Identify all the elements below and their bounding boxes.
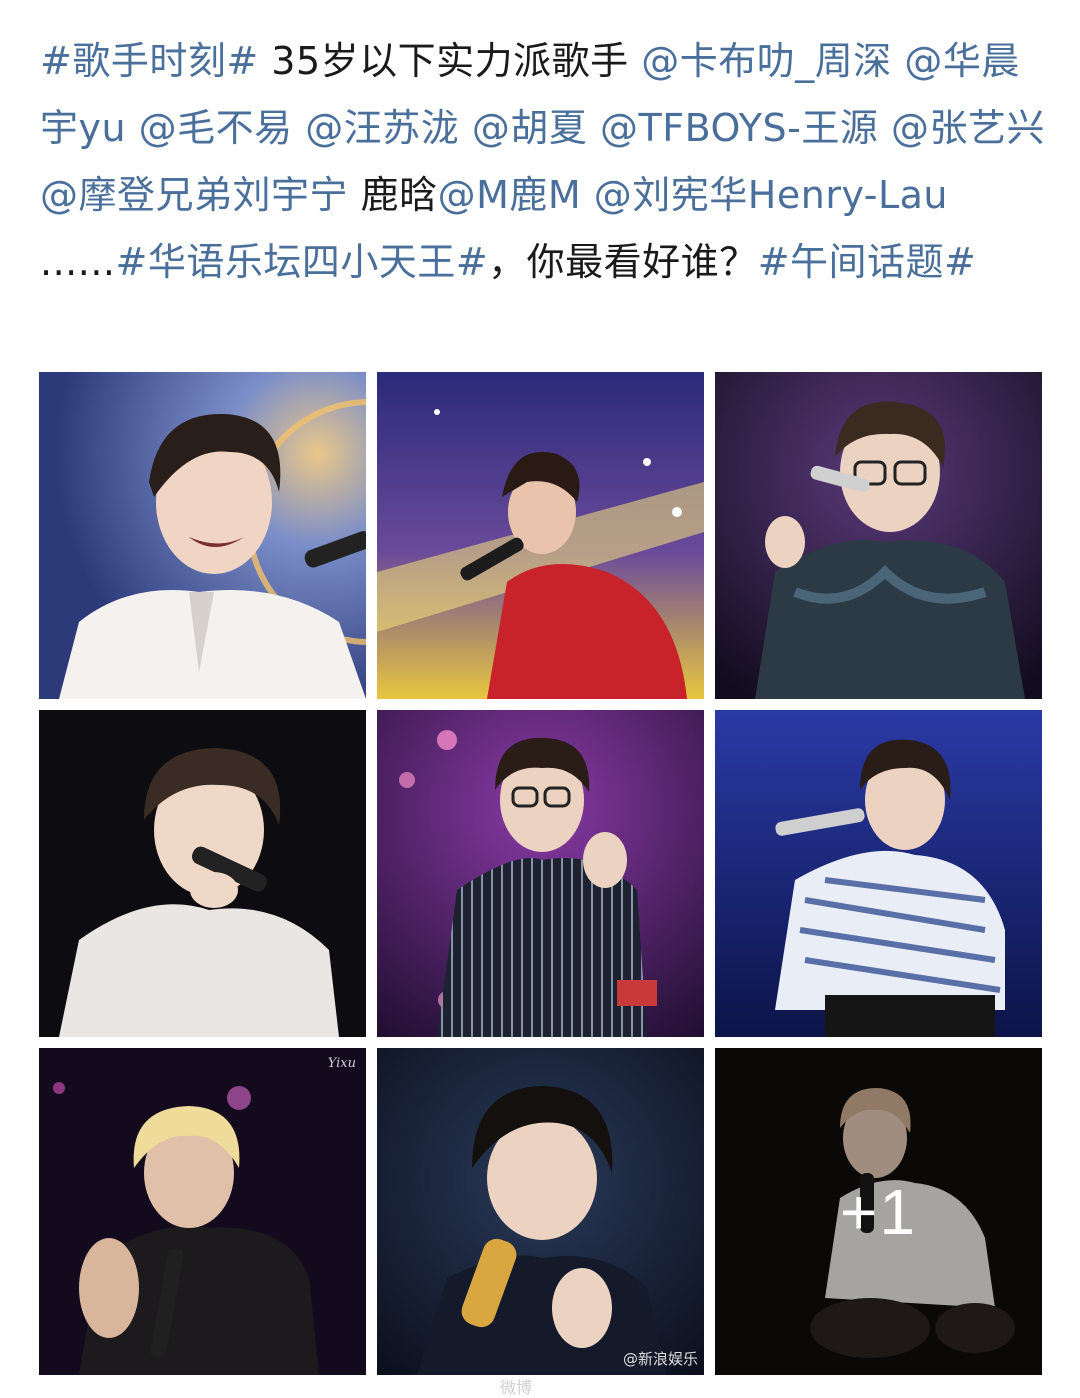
photo-singer-blonde [39,1048,366,1375]
gallery-image-2[interactable] [377,372,704,699]
gallery-image-9[interactable]: +1 [715,1048,1042,1375]
hashtag-link[interactable]: #歌手时刻# [40,39,259,83]
photo-singer-pinstripe [377,710,704,1037]
post-text-span: 鹿晗 [348,173,438,217]
hashtag-link[interactable]: #午间话题# [758,240,977,284]
mention-link[interactable]: @毛不易 [139,106,293,150]
mention-link[interactable]: @刘宪华Henry-Lau [594,173,948,217]
mention-link[interactable]: @M鹿M [438,173,582,217]
photo-singer-striped-shirt [715,710,1042,1037]
mention-link[interactable]: @TFBOYS-王源 [600,106,878,150]
more-images-overlay[interactable]: +1 [715,1048,1042,1375]
gallery-image-3[interactable] [715,372,1042,699]
photo-singer-red-jacket [377,372,704,699]
hashtag-link[interactable]: #华语乐坛四小天王# [115,240,488,284]
gallery-image-5[interactable] [377,710,704,1037]
watermark-text: @新浪娱乐 [622,1350,698,1368]
post-text-span: ...... [40,240,116,284]
photo-singer-white-suit [39,372,366,699]
photo-singer-glasses [715,372,1042,699]
gallery-image-7[interactable]: Yixu [39,1048,366,1375]
mention-link[interactable]: @卡布叻_周深 [641,39,892,83]
gallery-image-4[interactable] [39,710,366,1037]
photo-singer-golden-mic [377,1048,704,1375]
post-text-span [892,39,905,83]
mention-link[interactable]: @胡夏 [472,106,588,150]
post-text: #歌手时刻# 35岁以下实力派歌手 @卡布叻_周深 @华晨宇yu @毛不易 @汪… [40,28,1050,296]
mention-link[interactable]: @张艺兴 [891,106,1045,150]
post-text-span: ，你最看好谁？ [488,240,758,284]
mention-link[interactable]: @汪苏泷 [305,106,459,150]
gallery-image-8[interactable]: @新浪娱乐 [377,1048,704,1375]
feed-watermark: 微博 [500,1378,533,1397]
more-images-count: +1 [840,1175,917,1248]
post-text-span [581,173,594,217]
signature-text: Yixu [327,1056,356,1071]
post-text-span [878,106,891,150]
photo-singer-white-jacket [39,710,366,1037]
gallery-image-1[interactable] [39,372,366,699]
post-text-span [587,106,600,150]
post-text-span [459,106,472,150]
post-text-span [293,106,306,150]
mention-link[interactable]: @摩登兄弟刘宇宁 [40,173,348,217]
post-text-span: 35岁以下实力派歌手 [258,39,642,83]
gallery-image-6[interactable] [715,710,1042,1037]
post-text-span [126,106,139,150]
